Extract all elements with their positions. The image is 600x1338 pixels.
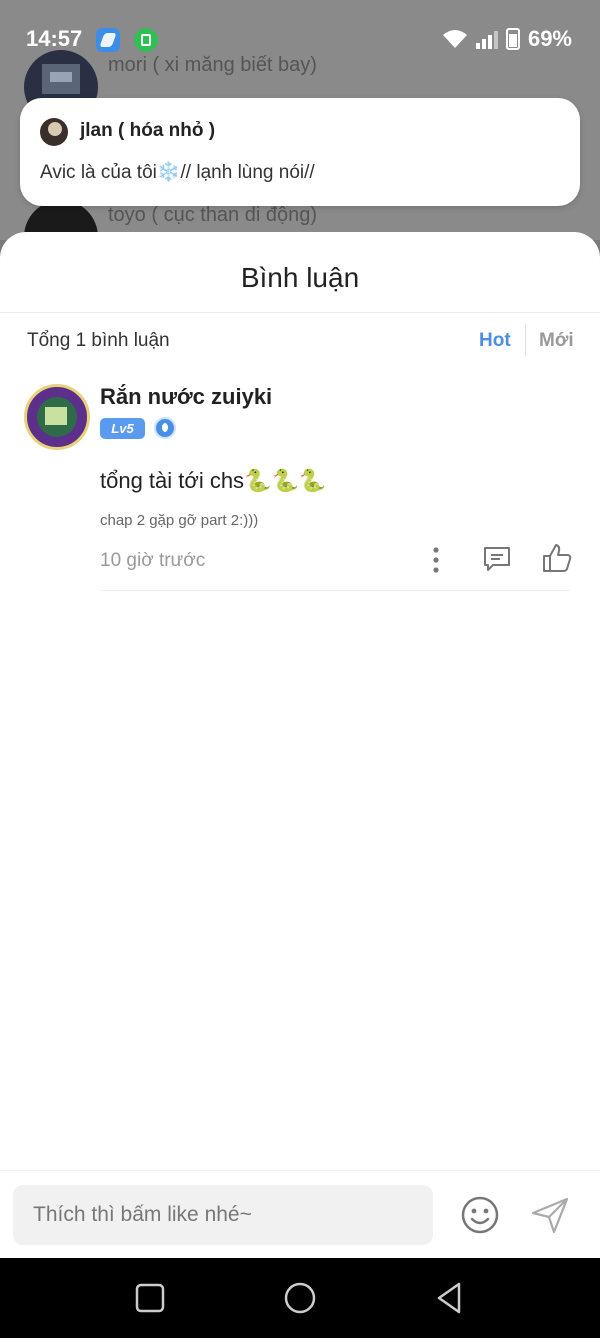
comment-timestamp: 10 giờ trước	[100, 550, 206, 571]
comment-text: tổng tài tới chs🐍🐍🐍	[100, 468, 327, 493]
status-time: 14:57	[26, 26, 83, 51]
send-icon[interactable]	[530, 1195, 570, 1235]
status-right: 69%	[442, 26, 572, 52]
notification-message: Avic là của tôi❄️// lạnh lùng nói//	[40, 162, 315, 183]
comment-input-bar	[0, 1170, 600, 1259]
avatar	[40, 118, 68, 146]
like-icon[interactable]	[541, 542, 573, 574]
signal-icon	[475, 29, 498, 49]
drop-badge-icon	[154, 417, 176, 439]
divider	[100, 590, 570, 591]
sort-new-tab[interactable]: Mới	[539, 330, 574, 352]
notification-sender: jlan ( hóa nhỏ )	[80, 120, 216, 141]
navigation-bar	[0, 1258, 600, 1338]
battery-percent: 69%	[527, 26, 572, 51]
back-icon[interactable]	[432, 1280, 468, 1316]
comment-username[interactable]: Rắn nước zuiyki	[100, 384, 272, 410]
comment-chapter: chap 2 gặp gỡ part 2:)))	[100, 512, 259, 529]
divider	[525, 324, 526, 356]
comment-count: Tổng 1 bình luận	[27, 330, 170, 351]
level-badge: Lv5	[100, 418, 145, 439]
battery-icon	[505, 28, 520, 50]
sort-hot-tab[interactable]: Hot	[479, 330, 511, 352]
avatar[interactable]	[24, 384, 90, 450]
home-icon[interactable]	[282, 1280, 318, 1316]
sheet-title: Bình luận	[240, 262, 360, 293]
blue-app-icon	[96, 28, 120, 52]
comments-sheet: Bình luận Tổng 1 bình luận Hot Mới Rắn n…	[0, 232, 600, 1258]
notification-card[interactable]: jlan ( hóa nhỏ ) Avic là của tôi❄️// lạn…	[20, 98, 580, 206]
status-bar: 14:57 69%	[0, 0, 600, 80]
divider	[0, 312, 600, 313]
emoji-icon[interactable]	[460, 1195, 500, 1235]
reply-icon[interactable]	[482, 544, 512, 574]
wifi-icon	[442, 30, 467, 48]
green-app-icon	[134, 28, 158, 52]
background-username: toyo ( cục than di động)	[108, 204, 318, 226]
recent-apps-icon[interactable]	[132, 1280, 168, 1316]
more-options-icon[interactable]	[426, 546, 446, 574]
comment-input[interactable]	[13, 1185, 433, 1245]
